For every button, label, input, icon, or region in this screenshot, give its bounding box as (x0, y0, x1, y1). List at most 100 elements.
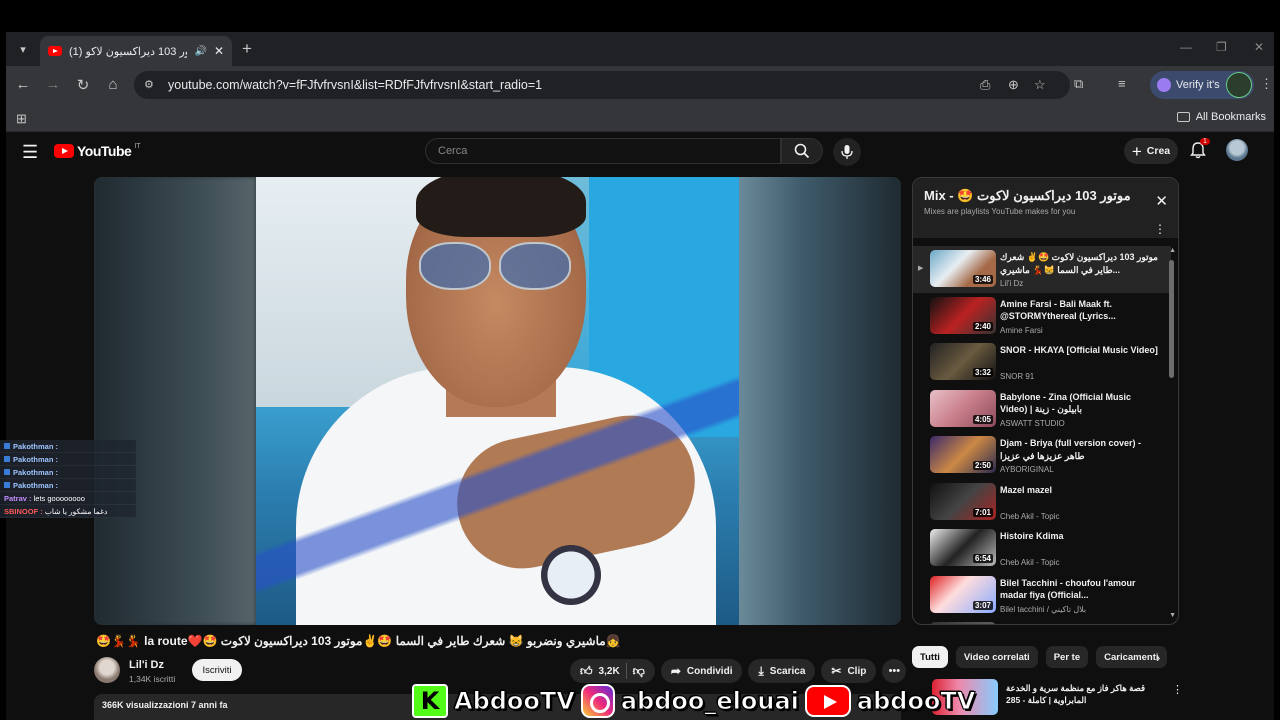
share-button[interactable]: ➦ Condividi (660, 659, 743, 683)
chip-per-te[interactable]: Per te (1045, 646, 1089, 668)
install-app-icon[interactable]: ⎙ (980, 77, 990, 93)
url-text[interactable]: youtube.com/watch?v=fFJfvfrvsnI&list=RDf… (168, 78, 542, 92)
youtube-logo[interactable]: YouTube IT (54, 143, 141, 159)
reading-list-icon[interactable]: ≡ (1118, 76, 1126, 91)
chat-message: Pakothman : (0, 440, 136, 453)
voice-search-button[interactable] (833, 138, 861, 166)
close-tab-icon[interactable]: ✕ (214, 44, 224, 58)
video-player[interactable] (94, 177, 901, 625)
channel-name[interactable]: Lil'i Dz (129, 659, 164, 671)
mix-item[interactable]: 4:05 Babylone - Zina (Official Music Vide… (913, 386, 1171, 433)
scroll-up-icon[interactable]: ▲ (1169, 247, 1176, 254)
instagram-handle: abdoo_elouai (620, 687, 799, 716)
mix-item[interactable]: 2:50 Djam - Briya (full version cover) - … (913, 432, 1171, 479)
verify-label: Verify it's (1176, 79, 1220, 91)
more-actions-icon[interactable]: ••• (882, 659, 907, 683)
tab-search-icon[interactable]: ▾ (12, 39, 34, 59)
mix-item-thumbnail[interactable] (930, 622, 996, 624)
forward-arrow-icon[interactable]: → (44, 76, 62, 93)
mix-item-title[interactable]: Bilel Tacchini - choufou l'amour madar f… (1000, 577, 1160, 602)
chevron-right-icon[interactable]: › (1156, 650, 1160, 665)
mix-item-title[interactable]: Djam - Briya (full version cover) - طاهر… (1000, 437, 1160, 462)
reload-icon[interactable]: ↻ (74, 76, 92, 94)
blue-stripe (256, 177, 739, 625)
youtube-logo-icon (804, 685, 851, 717)
search-button[interactable] (781, 138, 823, 164)
recommended-menu-icon[interactable]: ⋮ (1172, 683, 1183, 696)
mix-item-title[interactable]: Babylone - Zina (Official Music Video) |… (1000, 391, 1160, 416)
extensions-icon[interactable]: ⧉ (1074, 76, 1083, 92)
speaker-icon[interactable]: 🔊 (194, 46, 206, 57)
mix-playlist-panel: Mix - 🤩 موتور 103 ديراكسيون لاكوت Mixes … (912, 177, 1179, 625)
mix-item[interactable]: 7:01 Mazel mazel Cheb Akil - Topic (913, 479, 1171, 526)
profile-avatar[interactable] (1226, 72, 1252, 98)
recommended-title[interactable]: قصة هاكر فاز مع منظمة سرية و الخدعة الما… (1006, 682, 1156, 706)
mix-item-thumbnail[interactable]: 3:32 (930, 343, 996, 380)
maximize-icon[interactable]: ❐ (1216, 40, 1227, 54)
mix-item-title[interactable]: Histoire Kdima (1000, 530, 1160, 543)
back-arrow-icon[interactable]: ← (14, 76, 32, 93)
chat-badge-icon (4, 456, 10, 462)
chip-video-correlati[interactable]: Video correlati (955, 646, 1038, 668)
close-icon[interactable]: ✕ (1155, 192, 1168, 210)
home-icon[interactable]: ⌂ (104, 76, 122, 93)
channel-avatar[interactable] (94, 657, 120, 683)
mix-item-thumbnail[interactable]: 4:05 (930, 389, 996, 427)
player-blur-right (739, 177, 901, 625)
apps-grid-icon[interactable]: ⊞ (16, 111, 27, 127)
account-avatar[interactable] (1226, 139, 1248, 161)
view-count: 366K visualizzazioni 7 anni fa (102, 700, 228, 710)
like-count[interactable]: 3,2K (599, 666, 620, 677)
mix-item-title[interactable]: Amine Farsi - Bali Maak ft. @STORMYthere… (1000, 298, 1160, 323)
mix-item[interactable]: ▶ 3:46 موتور 103 ديراكسيون لاكوت 🤩✌️ شعرك … (913, 246, 1171, 293)
mix-item[interactable]: 3:32 SNOR - HKAYA [Official Music Video] S… (913, 339, 1171, 386)
thumbs-up-icon[interactable]: 👍︎ (580, 664, 593, 679)
tab-title: (1) موتور 103 ديراكسيون لاكو (69, 45, 187, 58)
scroll-down-icon[interactable]: ▼ (1169, 612, 1176, 619)
mix-item[interactable]: SHERINE X HOUARI DAUPHIN (913, 618, 1171, 624)
duration-badge: 6:54 (972, 554, 993, 563)
mix-item-channel: Amine Farsi (1000, 325, 1043, 335)
minimize-icon[interactable]: — (1180, 40, 1192, 54)
mix-item-thumbnail[interactable]: 3:46 (930, 250, 996, 287)
mix-item[interactable]: 2:40 Amine Farsi - Bali Maak ft. @STORMYt… (913, 293, 1171, 340)
all-bookmarks-button[interactable]: All Bookmarks (1176, 111, 1266, 123)
mix-item-channel: Cheb Akil - Topic (1000, 511, 1060, 521)
chip-tutti[interactable]: Tutti (912, 646, 948, 668)
download-button[interactable]: ⤓ Scarica (748, 659, 816, 683)
thumbs-down-icon[interactable]: 👎︎ (633, 664, 645, 679)
chat-message: Pakothman : (0, 453, 136, 466)
filter-chips: Tutti Video correlati Per te Caricamenti (912, 646, 1167, 668)
mix-item-title[interactable]: Mazel mazel (1000, 484, 1160, 497)
window-close-icon[interactable]: ✕ (1254, 40, 1264, 54)
mix-item-title[interactable]: SHERINE X HOUARI DAUPHIN (1000, 623, 1160, 624)
address-bar[interactable]: ⚙ youtube.com/watch?v=fFJfvfrvsnI&list=R… (134, 71, 1070, 99)
mix-item[interactable]: 6:54 Histoire Kdima Cheb Akil - Topic (913, 525, 1171, 572)
search-input[interactable]: Cerca (425, 138, 781, 164)
active-tab[interactable]: (1) موتور 103 ديراكسيون لاكو 🔊 ✕ (40, 36, 232, 66)
mix-item-thumbnail[interactable]: 2:40 (930, 296, 996, 334)
mix-item-title[interactable]: SNOR - HKAYA [Official Music Video] (1000, 344, 1160, 357)
notifications-button[interactable]: 1 (1190, 138, 1210, 164)
clip-button[interactable]: ✂ Clip (821, 659, 877, 683)
bookmark-star-icon[interactable]: ☆ (1034, 77, 1046, 93)
zoom-icon[interactable]: ⊕ (1008, 77, 1019, 93)
site-info-icon[interactable]: ⚙ (144, 78, 160, 92)
video-frame (256, 177, 739, 625)
mix-list: ▶ 3:46 موتور 103 ديراكسيون لاكوت 🤩✌️ شعرك … (913, 246, 1171, 624)
subscribe-button[interactable]: Iscriviti (192, 659, 242, 681)
mix-title[interactable]: Mix - 🤩 موتور 103 ديراكسيون لاكوت (924, 188, 1149, 204)
mix-menu-icon[interactable]: ⋮ (1154, 222, 1166, 236)
mix-item-thumbnail[interactable]: 2:50 (930, 436, 996, 473)
mix-item-thumbnail[interactable]: 3:07 (930, 575, 996, 613)
new-tab-button[interactable]: + (242, 39, 252, 59)
browser-menu-icon[interactable]: ⋮ (1260, 76, 1273, 92)
mix-item-thumbnail[interactable]: 6:54 (930, 529, 996, 566)
create-button[interactable]: + Crea (1124, 138, 1178, 164)
mix-item-thumbnail[interactable]: 7:01 (930, 482, 996, 520)
verify-profile-button[interactable]: Verify it's (1150, 71, 1254, 99)
hamburger-menu-icon[interactable]: ☰ (22, 142, 38, 163)
mix-item[interactable]: 3:07 Bilel Tacchini - choufou l'amour mad… (913, 572, 1171, 619)
mix-item-title[interactable]: موتور 103 ديراكسيون لاكوت 🤩✌️ شعرك طاير … (1000, 251, 1160, 276)
scrollbar-thumb[interactable] (1169, 260, 1174, 378)
